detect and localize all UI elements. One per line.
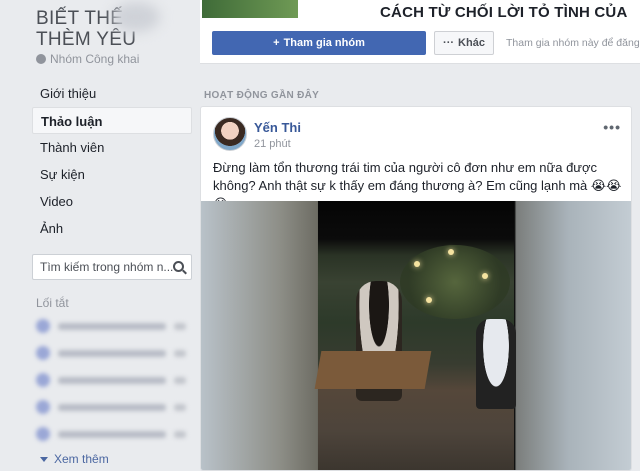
- shortcut-item[interactable]: [36, 373, 186, 387]
- cover-photo: [202, 0, 298, 18]
- privacy-label: Nhóm Công khai: [50, 52, 140, 66]
- shortcut-item[interactable]: [36, 427, 186, 441]
- join-group-label: Tham gia nhóm: [283, 37, 365, 49]
- nav-item-about[interactable]: Giới thiệu: [32, 80, 192, 107]
- post-author[interactable]: Yến Thi: [254, 120, 301, 135]
- author-avatar[interactable]: [213, 117, 247, 151]
- chevron-down-icon: [40, 456, 48, 462]
- search-icon[interactable]: [173, 261, 184, 272]
- plus-icon: +: [273, 37, 280, 49]
- group-sidebar: BIẾT THẾ THÈM YÊU Nhóm Công khai Giới th…: [0, 0, 200, 471]
- nav-item-members[interactable]: Thành viên: [32, 134, 192, 161]
- group-search-input[interactable]: Tìm kiếm trong nhóm n...: [32, 254, 192, 280]
- cover-title: CÁCH TỪ CHỐI LỜI TỎ TÌNH CỦA: [380, 4, 628, 21]
- nav-item-discussion[interactable]: Thảo luận: [32, 107, 192, 134]
- more-button[interactable]: ··· Khác: [434, 31, 494, 55]
- search-placeholder: Tìm kiếm trong nhóm n...: [40, 260, 174, 274]
- group-header: CÁCH TỪ CHỐI LỜI TỎ TÌNH CỦA + Tham gia …: [200, 0, 640, 64]
- group-privacy: Nhóm Công khai: [36, 52, 139, 66]
- post-timestamp[interactable]: 21 phút: [254, 138, 291, 150]
- blurred-cover-fragment: [112, 2, 160, 32]
- more-label: Khác: [458, 37, 485, 49]
- nav-item-events[interactable]: Sự kiện: [32, 161, 192, 188]
- see-more-label: Xem thêm: [54, 452, 109, 466]
- nav-item-videos[interactable]: Video: [32, 188, 192, 215]
- post-card: Yến Thi 21 phút ••• Đừng làm tổn thương …: [200, 106, 632, 471]
- shortcut-item[interactable]: [36, 400, 186, 414]
- see-more-link[interactable]: Xem thêm: [40, 452, 109, 466]
- more-dots-icon: ···: [443, 37, 455, 49]
- post-video[interactable]: [201, 201, 631, 470]
- video-frame: [314, 201, 516, 470]
- shortcut-item[interactable]: [36, 346, 186, 360]
- post-options-icon[interactable]: •••: [603, 119, 621, 135]
- join-hint-text: Tham gia nhóm này để đăng: [506, 37, 640, 49]
- nav-item-photos[interactable]: Ảnh: [32, 215, 192, 242]
- join-group-button[interactable]: + Tham gia nhóm: [212, 31, 426, 55]
- group-nav: Giới thiệu Thảo luận Thành viên Sự kiện …: [32, 80, 192, 242]
- recent-activity-label: HOẠT ĐỘNG GẦN ĐÂY: [204, 90, 320, 101]
- shortcuts-title: Lối tắt: [36, 296, 69, 310]
- globe-icon: [36, 54, 46, 64]
- shortcut-item[interactable]: [36, 319, 186, 333]
